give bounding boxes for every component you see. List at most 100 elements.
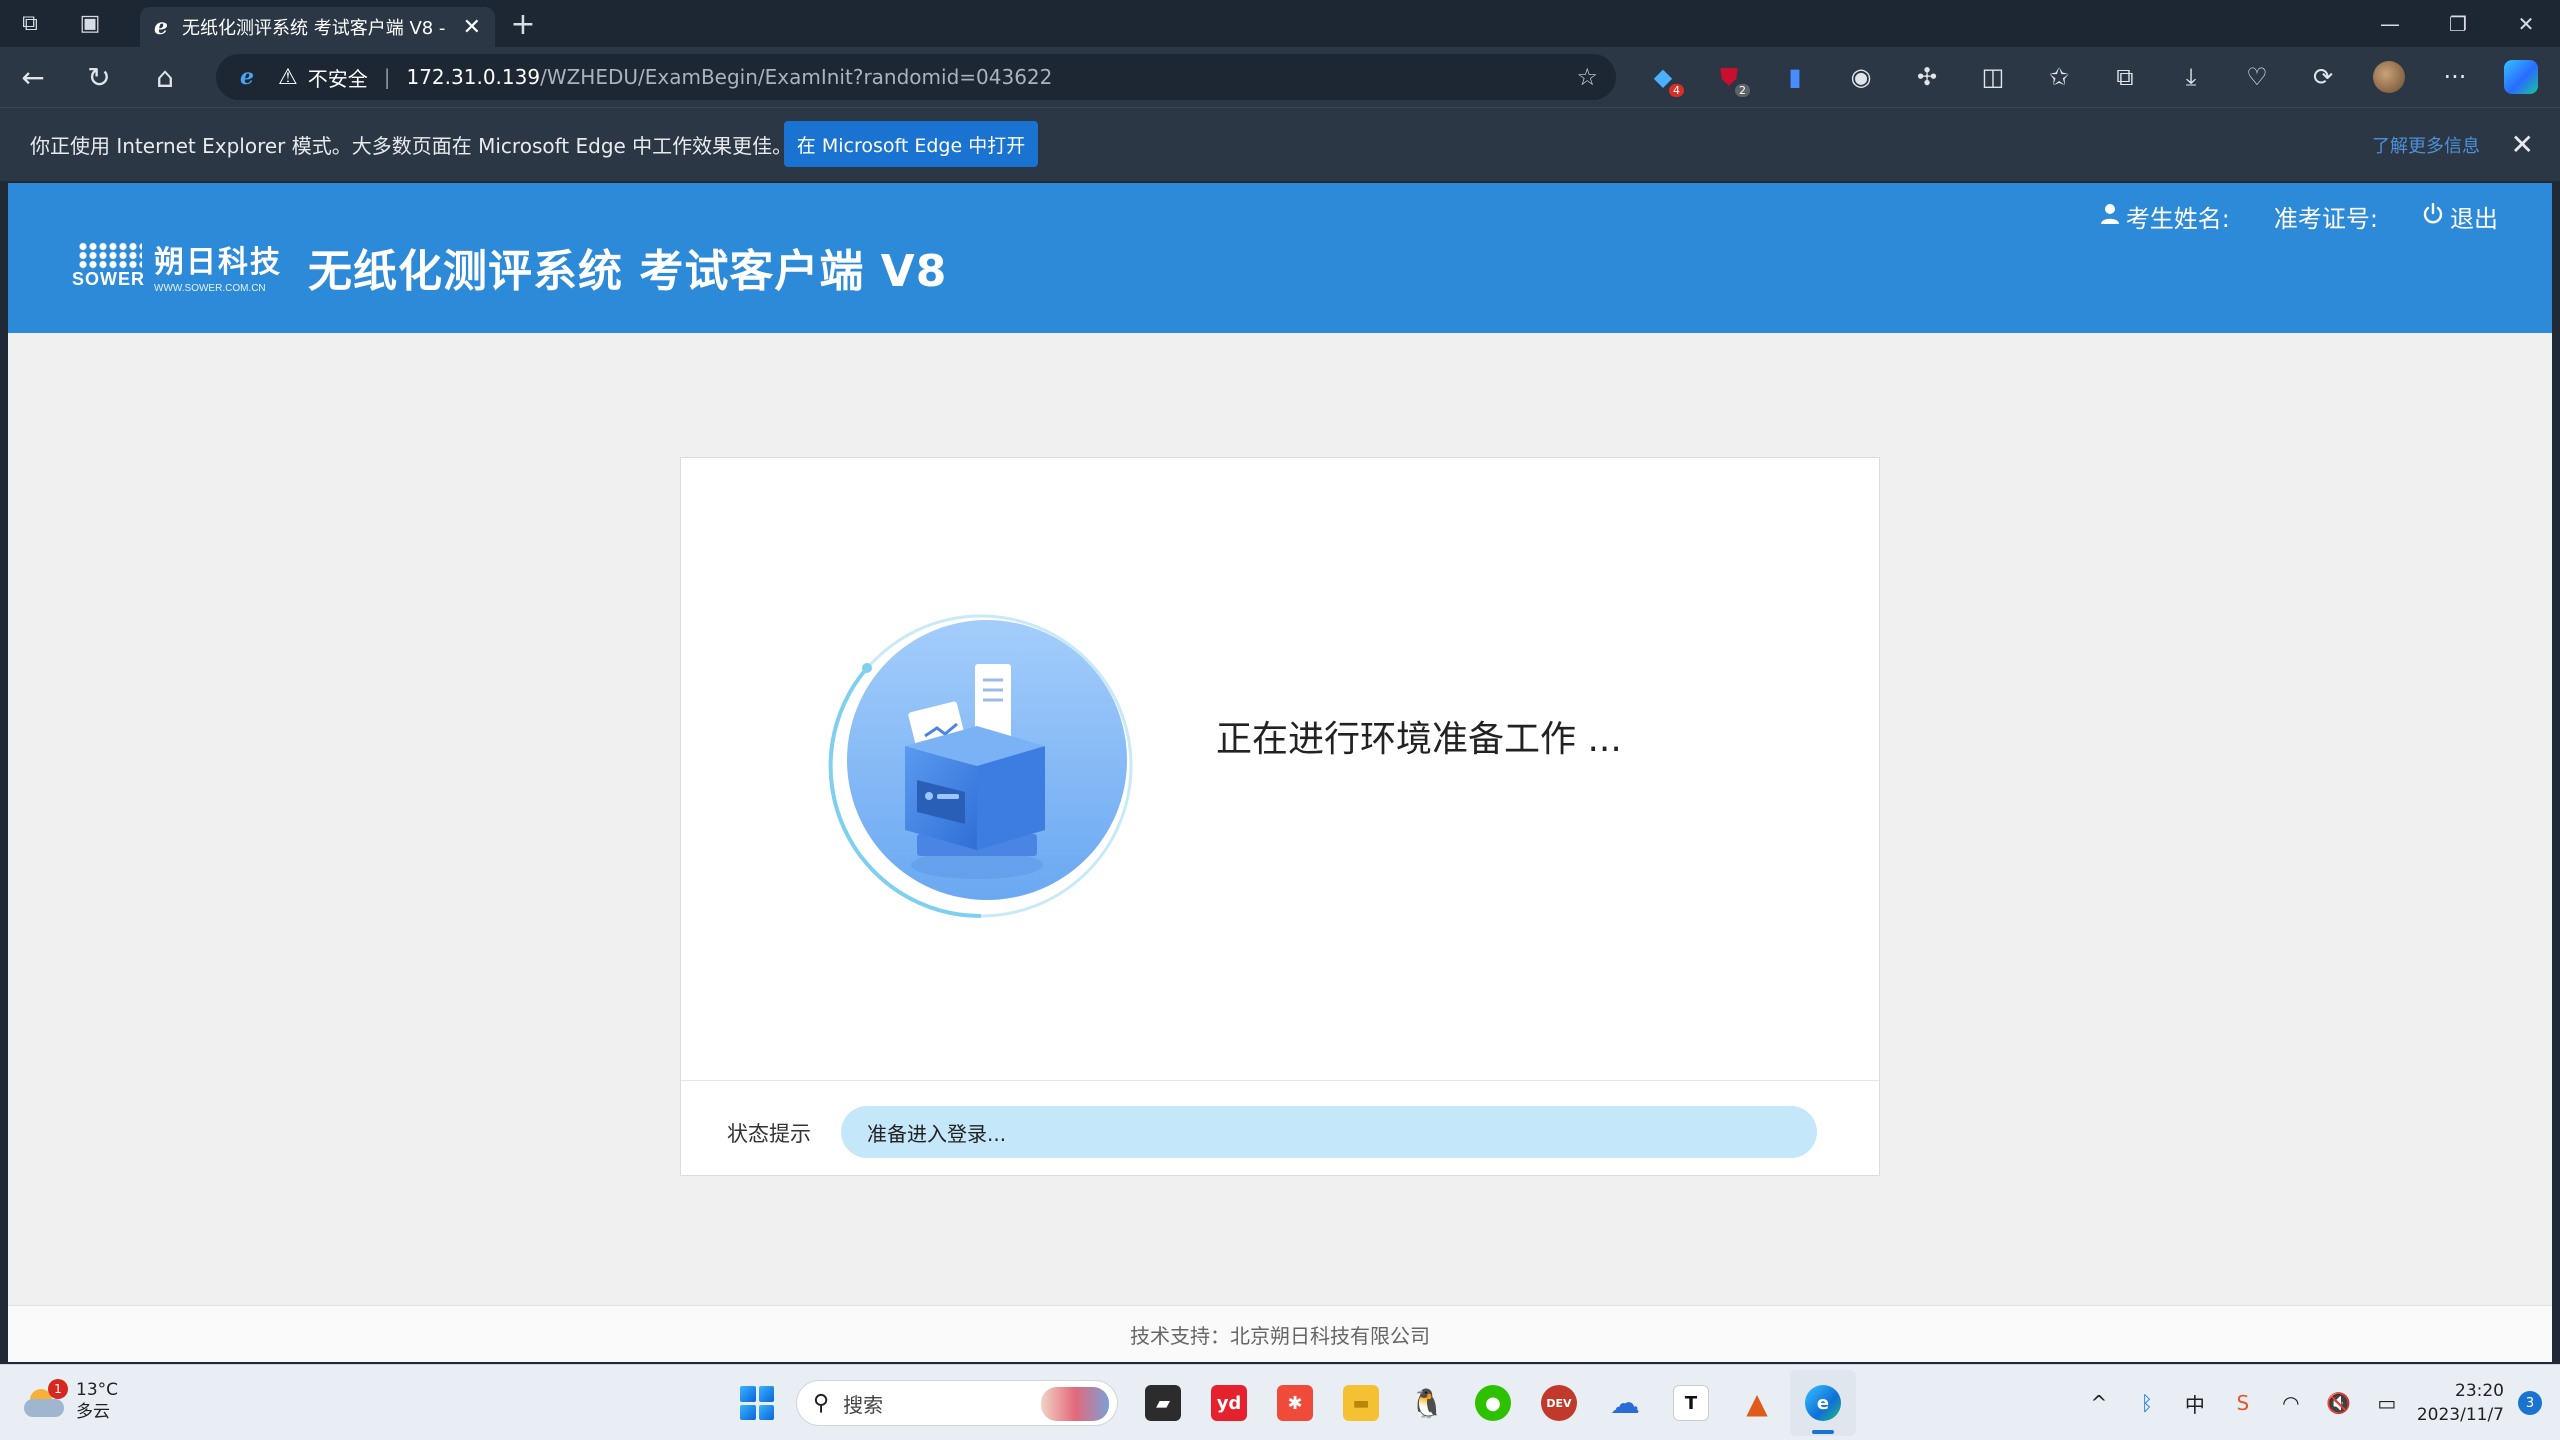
search-icon: ⚲ [813, 1390, 830, 1416]
chevron-up-icon[interactable]: ^ [2075, 1365, 2123, 1440]
windows-taskbar: 1 13°C 多云 ⚲ 搜索 ▰ yd ✱ ▬ 🐧 ● DEV ☁ T ▲ e … [0, 1364, 2560, 1440]
devcpp-icon[interactable]: DEV [1526, 1370, 1592, 1436]
status-indicator: 准备进入登录... [841, 1106, 1817, 1158]
logo-brand: SOWER [72, 268, 146, 289]
start-button[interactable] [724, 1370, 790, 1436]
search-placeholder: 搜索 [843, 1392, 884, 1417]
new-tab-button[interactable]: + [505, 4, 541, 44]
address-bar[interactable]: e ⚠ 不安全 | 172.31.0.139/WZHEDU/ExamBegin/… [216, 54, 1616, 100]
divider: | [383, 65, 391, 89]
onedrive-icon[interactable]: ☁ [1592, 1370, 1658, 1436]
folder-icon[interactable]: ▬ [1328, 1370, 1394, 1436]
browser-titlebar: ⧉ ▣ e 无纸化测评系统 考试客户端 V8 - ✕ + — ❐ ✕ [0, 0, 2560, 47]
clock-date: 2023/11/7 [2416, 1405, 2504, 1425]
tab-actions-icon[interactable]: ▣ [60, 0, 120, 47]
clock-time: 23:20 [2455, 1381, 2504, 1401]
student-name: 考生姓名: [2100, 199, 2230, 234]
tab-close-icon[interactable]: ✕ [463, 15, 481, 40]
minimize-button[interactable]: — [2356, 0, 2424, 47]
more-menu-icon[interactable]: ··· [2422, 47, 2488, 107]
xmind-icon[interactable]: ✱ [1262, 1370, 1328, 1436]
home-button[interactable]: ⌂ [132, 47, 198, 107]
taskbar-apps: ⚲ 搜索 ▰ yd ✱ ▬ 🐧 ● DEV ☁ T ▲ e [724, 1365, 1856, 1440]
browser-toolbar: ← ↻ ⌂ e ⚠ 不安全 | 172.31.0.139/WZHEDU/Exam… [0, 47, 2560, 107]
page-viewport: SOWER 朔日科技 WWW.SOWER.COM.CN 无纸化测评系统 考试客户… [8, 183, 2552, 1362]
collections-icon[interactable]: ⧉ [2092, 47, 2158, 107]
warning-icon[interactable]: ⚠ [278, 65, 298, 90]
security-status[interactable]: 不安全 [308, 63, 368, 92]
taskbar-search[interactable]: ⚲ 搜索 [796, 1380, 1118, 1426]
file-manager-icon[interactable]: ▰ [1130, 1370, 1196, 1436]
clock[interactable]: 23:20 2023/11/7 [2411, 1379, 2518, 1427]
refresh-button[interactable]: ↻ [66, 47, 132, 107]
url-path: /WZHEDU/ExamBegin/ExamInit?randomid=0436… [540, 65, 1053, 89]
back-button[interactable]: ← [0, 47, 66, 107]
weather-widget[interactable]: 1 13°C 多云 [24, 1379, 118, 1423]
window-controls: — ❐ ✕ [2356, 0, 2560, 47]
power-icon [2422, 202, 2444, 231]
student-name-label: 考生姓名: [2125, 205, 2230, 233]
edge-icon[interactable]: e [1790, 1370, 1856, 1436]
ticket-number: 准考证号: [2274, 199, 2378, 234]
translate-extension-icon[interactable]: ▮ [1762, 47, 1828, 107]
browser-essentials-icon[interactable]: ♡ [2224, 47, 2290, 107]
status-text: 准备进入登录... [867, 1121, 1007, 1146]
user-icon [2100, 203, 2120, 231]
extensions-puzzle-icon[interactable]: ✣ [1894, 47, 1960, 107]
split-screen-icon[interactable]: ◫ [1960, 47, 2026, 107]
footer-text: 技术支持：北京朔日科技有限公司 [1130, 1323, 1430, 1348]
logo-cn: 朔日科技 [154, 245, 282, 280]
ie-mode-indicator-icon[interactable]: e [240, 64, 254, 90]
copilot-icon[interactable] [2488, 47, 2554, 107]
weather-desc: 多云 [76, 1402, 110, 1422]
system-tray: ^ ᛒ 中 S ◠ 🔇 ▭ 23:20 2023/11/7 3 [2075, 1365, 2560, 1440]
extension-icon[interactable]: ◆ 4 [1630, 47, 1696, 107]
volume-muted-icon[interactable]: 🔇 [2315, 1365, 2363, 1440]
open-in-edge-button[interactable]: 在 Microsoft Edge 中打开 [784, 121, 1038, 167]
tab-active[interactable]: e 无纸化测评系统 考试客户端 V8 - ✕ [140, 7, 495, 47]
wifi-icon[interactable]: ◠ [2267, 1365, 2315, 1440]
close-infobar-icon[interactable]: ✕ [2511, 128, 2534, 161]
downloads-icon[interactable]: ⤓ [2158, 47, 2224, 107]
close-window-button[interactable]: ✕ [2492, 0, 2560, 47]
weather-badge: 1 [48, 1379, 68, 1399]
logout-label: 退出 [2450, 205, 2498, 233]
search-highlight-image [1041, 1387, 1109, 1421]
extension-badge: 4 [1669, 84, 1684, 97]
favorites-icon[interactable]: ✩ [2026, 47, 2092, 107]
loading-card: 正在进行环境准备工作 ... 状态提示 准备进入登录... [680, 457, 1880, 1176]
youdao-icon[interactable]: yd [1196, 1370, 1262, 1436]
battery-icon[interactable]: ▭ [2363, 1365, 2411, 1440]
learn-more-link[interactable]: 了解更多信息 [2372, 132, 2480, 158]
ime-indicator[interactable]: 中 [2171, 1365, 2219, 1440]
qq-icon[interactable]: 🐧 [1394, 1370, 1460, 1436]
app-header: SOWER 朔日科技 WWW.SOWER.COM.CN 无纸化测评系统 考试客户… [8, 183, 2552, 333]
ie-mode-icon: e [154, 14, 168, 40]
page-footer: 技术支持：北京朔日科技有限公司 [8, 1305, 2552, 1362]
sogou-icon[interactable]: S [2219, 1365, 2267, 1440]
ublock-icon[interactable]: ⛊ 2 [1696, 47, 1762, 107]
restore-button[interactable]: ❐ [2424, 0, 2492, 47]
logout-button[interactable]: 退出 [2422, 199, 2498, 234]
partly-cloudy-icon: 1 [24, 1379, 68, 1419]
user-info: 考生姓名: 准考证号: 退出 [2056, 199, 2498, 234]
workspaces-icon[interactable]: ⧉ [0, 0, 60, 47]
profile-avatar[interactable] [2356, 47, 2422, 107]
wechat-icon[interactable]: ● [1460, 1370, 1526, 1436]
matlab-icon[interactable]: ▲ [1724, 1370, 1790, 1436]
ie-mode-infobar: 你正使用 Internet Explorer 模式。大多数页面在 Microso… [0, 107, 2560, 181]
extension-badge: 2 [1735, 84, 1750, 97]
app-title: 无纸化测评系统 考试客户端 V8 [308, 246, 948, 297]
extensions-row: ◆ 4 ⛊ 2 ▮ ◉ ✣ ◫ ✩ ⧉ ⤓ ♡ ⟳ ··· [1630, 47, 2554, 107]
favorite-star-icon[interactable]: ☆ [1576, 63, 1598, 91]
notification-badge[interactable]: 3 [2518, 1391, 2542, 1415]
reader-extension-icon[interactable]: ◉ [1828, 47, 1894, 107]
windows-logo-icon [740, 1386, 774, 1420]
tab-title: 无纸化测评系统 考试客户端 V8 - [182, 18, 446, 39]
divider [681, 1080, 1879, 1081]
status-label: 状态提示 [727, 1122, 811, 1146]
weather-temp: 13°C [76, 1380, 119, 1400]
workspace-sync-icon[interactable]: ⟳ [2290, 47, 2356, 107]
bluetooth-icon[interactable]: ᛒ [2123, 1365, 2171, 1440]
typora-icon[interactable]: T [1658, 1370, 1724, 1436]
